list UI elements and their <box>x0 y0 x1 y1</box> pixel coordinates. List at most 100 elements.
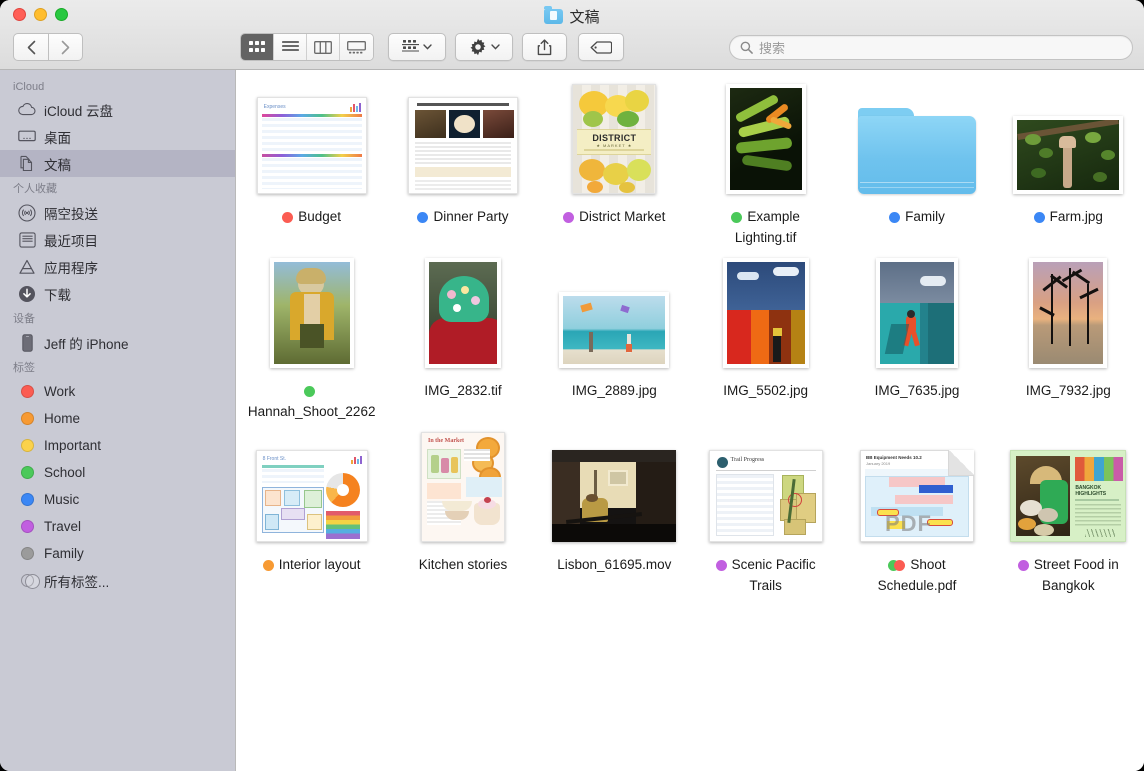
file-label: IMG_2889.jpg <box>548 380 680 401</box>
file-name: IMG_5502.jpg <box>723 383 808 398</box>
tag-dot-icon <box>18 518 36 536</box>
gallery-view-button[interactable] <box>340 34 373 60</box>
sidebar-item-label: Important <box>44 438 101 453</box>
file-thumbnail <box>876 258 958 368</box>
search-input[interactable]: 搜索 <box>759 38 785 57</box>
tag-dots <box>563 212 574 223</box>
file-thumbnail <box>425 258 501 368</box>
file-name: Scenic Pacific Trails <box>732 557 816 593</box>
file-label: IMG_5502.jpg <box>700 380 832 401</box>
sidebar-item-airdrop[interactable]: 隔空投送 <box>0 199 235 226</box>
file-item[interactable]: DISTRICT ★ MARKET ★ District M <box>539 84 690 248</box>
sidebar-item-label: iCloud 云盘 <box>44 100 113 120</box>
sidebar-item-label: 桌面 <box>44 127 71 147</box>
gear-icon <box>469 38 487 56</box>
file-item[interactable]: IMG_7932.jpg <box>993 258 1144 422</box>
file-name: IMG_7932.jpg <box>1026 383 1111 398</box>
sidebar-item-downloads[interactable]: 下载 <box>0 280 235 307</box>
sidebar-item-label: 最近项目 <box>44 230 98 250</box>
file-name: Example Lighting.tif <box>735 209 800 245</box>
tag-dots <box>1018 560 1029 571</box>
sidebar-section-devices-header: 设备 <box>0 307 235 329</box>
file-item[interactable]: IMG_2889.jpg <box>539 258 690 422</box>
file-thumbnail: 8 Front St. <box>256 432 368 542</box>
sidebar-item-tag-school[interactable]: School <box>0 459 235 486</box>
folder-document-icon <box>544 9 563 24</box>
tag-dots <box>304 386 315 397</box>
sidebar-item-label: 所有标签... <box>44 571 109 591</box>
file-item[interactable]: Farm.jpg <box>993 84 1144 248</box>
file-label: IMG_7932.jpg <box>1002 380 1134 401</box>
sidebar: iCloud iCloud 云盘 桌面 <box>0 70 235 771</box>
sidebar-item-recents[interactable]: 最近项目 <box>0 226 235 253</box>
file-item[interactable]: Family <box>841 84 992 248</box>
sidebar-item-tag-travel[interactable]: Travel <box>0 513 235 540</box>
search-icon <box>740 41 753 54</box>
list-view-button[interactable] <box>274 34 307 60</box>
sidebar-item-applications[interactable]: 应用程序 <box>0 253 235 280</box>
file-item[interactable]: Lisbon_61695.mov <box>539 432 690 596</box>
back-button[interactable] <box>13 33 48 61</box>
file-grid: Expenses Budget <box>236 84 1144 596</box>
tag-dot-icon <box>18 437 36 455</box>
file-thumbnail <box>1013 84 1123 194</box>
sidebar-item-icloud-drive[interactable]: iCloud 云盘 <box>0 96 235 123</box>
forward-button[interactable] <box>48 33 83 61</box>
sidebar-item-label: 应用程序 <box>44 257 98 277</box>
file-item[interactable]: IMG_7635.jpg <box>841 258 992 422</box>
file-item[interactable]: IMG_2832.tif <box>387 258 538 422</box>
sidebar-section-icloud-header: iCloud <box>0 78 235 96</box>
file-name: Hannah_Shoot_2262 <box>248 404 376 419</box>
documents-icon <box>18 155 36 173</box>
tag-dots <box>417 212 428 223</box>
sidebar-item-all-tags[interactable]: 所有标签... <box>0 567 235 594</box>
file-item[interactable]: Dinner Party <box>387 84 538 248</box>
file-item[interactable]: Example Lighting.tif <box>690 84 841 248</box>
tag-dots <box>889 212 900 223</box>
toolbar: 文稿 <box>0 0 1144 70</box>
sidebar-item-tag-music[interactable]: Music <box>0 486 235 513</box>
sidebar-item-label: Work <box>44 384 75 399</box>
share-button[interactable] <box>522 33 567 61</box>
file-item[interactable]: Trail Progress <box>690 432 841 596</box>
tag-dot-icon <box>18 410 36 428</box>
folder-icon <box>858 102 976 194</box>
icon-view-button[interactable] <box>241 34 274 60</box>
column-view-button[interactable] <box>307 34 340 60</box>
file-item[interactable]: In the Market <box>387 432 538 596</box>
file-item[interactable]: BANGKOKHIGHLIGHTS Street Food in Bangkok <box>993 432 1144 596</box>
edit-tags-button[interactable] <box>578 33 624 61</box>
file-label: Scenic Pacific Trails <box>700 554 832 596</box>
file-grid-container[interactable]: Expenses Budget <box>235 70 1144 771</box>
sidebar-section-favorites-header: 个人收藏 <box>0 177 235 199</box>
file-label: IMG_2832.tif <box>397 380 529 401</box>
file-item[interactable]: BB Equipment Needs 10.2 January 2019 <box>841 432 992 596</box>
file-label: Hannah_Shoot_2262 <box>246 380 378 422</box>
file-label: Farm.jpg <box>1002 206 1134 227</box>
file-item[interactable]: 8 Front St. <box>236 432 387 596</box>
sidebar-item-label: 隔空投送 <box>44 203 98 223</box>
sidebar-item-tag-work[interactable]: Work <box>0 378 235 405</box>
file-name: Dinner Party <box>433 209 508 224</box>
tag-dot-icon <box>18 491 36 509</box>
sidebar-item-tag-home[interactable]: Home <box>0 405 235 432</box>
sidebar-item-tag-important[interactable]: Important <box>0 432 235 459</box>
sidebar-item-tag-family[interactable]: Family <box>0 540 235 567</box>
arrange-by-button[interactable] <box>388 33 446 61</box>
search-field[interactable]: 搜索 <box>729 35 1133 60</box>
action-menu-button[interactable] <box>455 33 513 61</box>
sidebar-item-label: Jeff 的 iPhone <box>44 333 129 353</box>
file-item[interactable]: Expenses Budget <box>236 84 387 248</box>
desktop-icon <box>18 128 36 146</box>
file-item[interactable]: IMG_5502.jpg <box>690 258 841 422</box>
sidebar-item-iphone[interactable]: Jeff 的 iPhone <box>0 329 235 356</box>
tag-dots <box>263 560 274 571</box>
sidebar-item-documents[interactable]: 文稿 <box>0 150 235 177</box>
sidebar-item-desktop[interactable]: 桌面 <box>0 123 235 150</box>
recents-icon <box>18 231 36 249</box>
file-thumbnail <box>858 84 976 194</box>
chevron-down-icon <box>423 44 432 50</box>
page-title: 文稿 <box>569 6 599 27</box>
file-item[interactable]: Hannah_Shoot_2262 <box>236 258 387 422</box>
file-name: Lisbon_61695.mov <box>557 557 671 572</box>
